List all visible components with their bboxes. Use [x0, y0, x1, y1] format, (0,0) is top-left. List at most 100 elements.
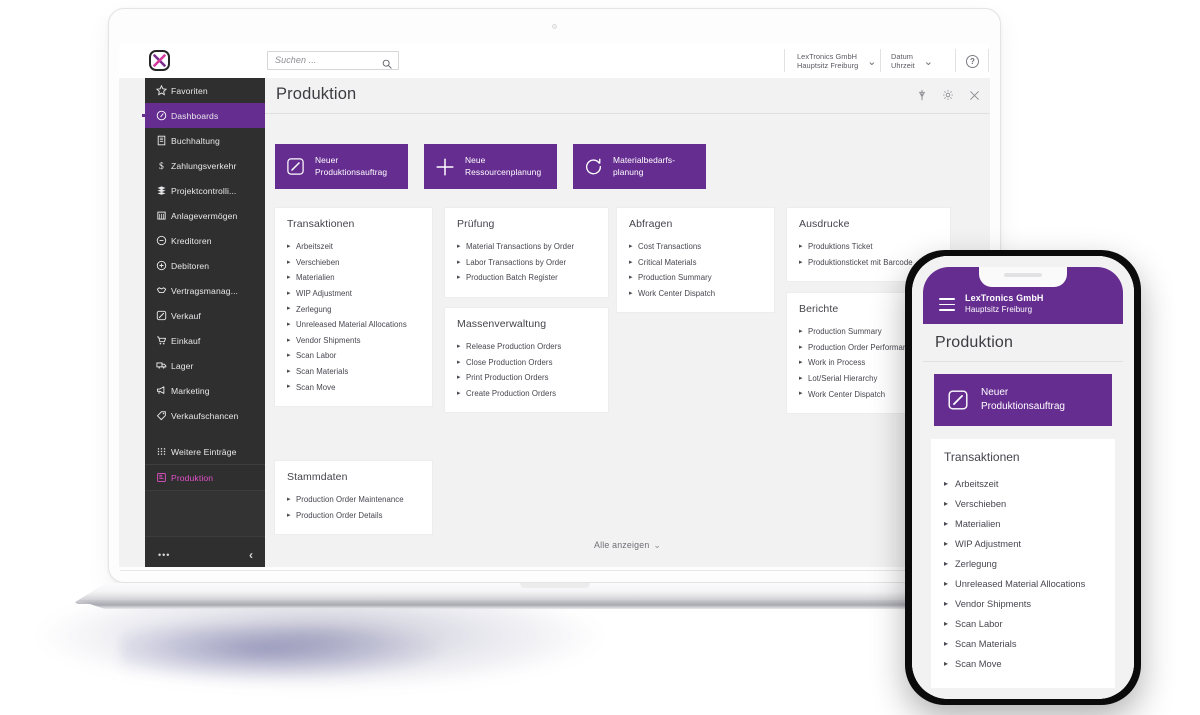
list-item[interactable]: WIP Adjustment — [287, 286, 420, 302]
laptop-base-notch — [520, 583, 590, 588]
chevron-down-icon[interactable]: ⌄ — [867, 55, 876, 68]
sidebar-item-label: Marketing — [171, 386, 210, 396]
sidebar-item-buchhaltung[interactable]: Buchhaltung — [145, 128, 265, 153]
list-item[interactable]: Verschieben — [944, 494, 1102, 514]
sidebar-item-lager[interactable]: Lager — [145, 353, 265, 378]
phone-action-neuer-produktionsauftrag[interactable]: Neuer Produktionsauftrag — [934, 374, 1112, 426]
card-pruefung: Prüfung Material Transactions by Order L… — [445, 208, 608, 297]
sidebar-item-verkaufschancen[interactable]: Verkaufschancen — [145, 403, 265, 428]
refresh-circle-icon — [584, 157, 603, 176]
list-item[interactable]: Arbeitszeit — [287, 239, 420, 255]
list-item[interactable]: Scan Move — [287, 379, 420, 395]
list-item[interactable]: Production Batch Register — [457, 270, 596, 286]
list-item[interactable]: Print Production Orders — [457, 370, 596, 386]
list-item[interactable]: Scan Move — [944, 654, 1102, 674]
sidebar-item-zahlungsverkehr[interactable]: $ Zahlungsverkehr — [145, 153, 265, 178]
sidebar-item-projektcontrolling[interactable]: Projektcontrolli... — [145, 178, 265, 203]
gear-icon[interactable] — [942, 89, 954, 101]
sidebar-item-verkauf[interactable]: Verkauf — [145, 303, 265, 328]
search-input[interactable]: Suchen ... — [267, 51, 399, 70]
list-item[interactable]: Scan Materials — [287, 364, 420, 380]
list-item[interactable]: Release Production Orders — [457, 339, 596, 355]
sidebar-item-label: Verkauf — [171, 311, 201, 321]
top-bar: Suchen ... LexTronics GmbH Hauptsitz Fre… — [119, 44, 990, 78]
phone-action-label: Neuer Produktionsauftrag — [981, 386, 1065, 414]
sidebar-item-label: Anlagevermögen — [171, 211, 237, 221]
production-icon — [156, 472, 171, 483]
truck-icon — [156, 360, 171, 371]
search-icon[interactable] — [382, 56, 392, 74]
grid-dots-icon — [156, 446, 171, 457]
list-item[interactable]: Unreleased Material Allocations — [944, 574, 1102, 594]
chevron-down-icon[interactable]: ⌄ — [924, 55, 933, 68]
list-item[interactable]: Verschieben — [287, 255, 420, 271]
card-massenverwaltung: Massenverwaltung Release Production Orde… — [445, 308, 608, 412]
sidebar-item-anlagevermoegen[interactable]: Anlagevermögen — [145, 203, 265, 228]
company-line2: Hauptsitz Freiburg — [797, 61, 858, 70]
list-item[interactable]: Create Production Orders — [457, 386, 596, 402]
list-item[interactable]: Close Production Orders — [457, 355, 596, 371]
laptop-camera-icon — [552, 24, 557, 29]
list-item[interactable]: Cost Transactions — [629, 239, 762, 255]
list-item[interactable]: Scan Labor — [944, 614, 1102, 634]
sidebar-item-marketing[interactable]: Marketing — [145, 378, 265, 403]
action-materialbedarfsplanung[interactable]: Materialbedarfs- planung — [573, 144, 706, 189]
list-item[interactable]: Materialien — [287, 270, 420, 286]
sidebar-item-favoriten[interactable]: Favoriten — [145, 78, 265, 103]
company-selector[interactable]: LexTronics GmbH Hauptsitz Freiburg ⌄ — [797, 49, 877, 73]
sidebar-item-debitoren[interactable]: Debitoren — [145, 253, 265, 278]
card-list: Material Transactions by Order Labor Tra… — [457, 239, 596, 286]
list-item[interactable]: Work Center Dispatch — [629, 286, 762, 302]
sidebar-more-button[interactable]: ••• — [158, 550, 170, 560]
list-item[interactable]: Scan Materials — [944, 634, 1102, 654]
pin-icon[interactable] — [917, 89, 927, 101]
datetime-selector[interactable]: Datum Uhrzeit ⌄ — [891, 49, 933, 73]
list-item[interactable]: Production Order Details — [287, 508, 420, 524]
list-item[interactable]: Material Transactions by Order — [457, 239, 596, 255]
list-item[interactable]: Vendor Shipments — [944, 594, 1102, 614]
list-item[interactable]: Vendor Shipments — [287, 333, 420, 349]
sidebar-item-label: Weitere Einträge — [171, 447, 236, 457]
cart-icon — [156, 335, 171, 346]
show-all-button[interactable]: Alle anzeigen⌄ — [265, 540, 990, 551]
help-button[interactable]: ? — [966, 49, 979, 73]
sidebar-item-label: Einkauf — [171, 336, 200, 346]
list-item[interactable]: Unreleased Material Allocations — [287, 317, 420, 333]
sidebar-item-produktion[interactable]: Produktion — [145, 465, 265, 490]
datetime-line1: Datum — [891, 52, 915, 61]
action-neuer-produktionsauftrag[interactable]: Neuer Produktionsauftrag — [275, 144, 408, 189]
sidebar-item-dashboards[interactable]: Dashboards — [145, 103, 265, 128]
list-item[interactable]: Scan Labor — [287, 348, 420, 364]
sidebar-collapse-button[interactable]: ‹ — [249, 548, 253, 562]
question-mark-icon[interactable]: ? — [966, 55, 979, 68]
card-title: Prüfung — [457, 218, 596, 230]
list-item[interactable]: Arbeitszeit — [944, 474, 1102, 494]
sidebar-item-einkauf[interactable]: Einkauf — [145, 328, 265, 353]
list-item[interactable]: Production Summary — [629, 270, 762, 286]
phone-page-title: Produktion — [923, 324, 1123, 362]
list-item[interactable]: Labor Transactions by Order — [457, 255, 596, 271]
list-item[interactable]: Zerlegung — [287, 301, 420, 317]
list-item[interactable]: Critical Materials — [629, 255, 762, 271]
card-title: Transaktionen — [287, 218, 420, 230]
sidebar-empty-panel — [145, 490, 265, 537]
page-title: Produktion — [276, 85, 356, 104]
list-item[interactable]: Produktions Ticket — [799, 239, 938, 255]
phone-card-transaktionen: Transaktionen Arbeitszeit Verschieben Ma… — [931, 439, 1115, 688]
list-item[interactable]: Zerlegung — [944, 554, 1102, 574]
list-item[interactable]: Materialien — [944, 514, 1102, 534]
page-header-actions — [917, 89, 980, 101]
list-item[interactable]: Production Order Maintenance — [287, 492, 420, 508]
content-area: Produktion — [265, 78, 990, 567]
action-neue-ressourcenplanung[interactable]: Neue Ressourcenplanung — [424, 144, 557, 189]
hamburger-menu-icon[interactable] — [939, 298, 955, 315]
sidebar-item-kreditoren[interactable]: Kreditoren — [145, 228, 265, 253]
close-icon[interactable] — [969, 90, 980, 101]
app-logo-icon[interactable] — [149, 50, 170, 71]
quick-action-row: Neuer Produktionsauftrag Neue Ressourcen… — [275, 144, 706, 189]
gauge-icon — [156, 110, 171, 121]
pencil-square-icon — [947, 389, 969, 411]
sidebar-item-weitere-eintraege[interactable]: Weitere Einträge — [145, 439, 265, 464]
sidebar-item-vertragsmanagement[interactable]: Vertragsmanag... — [145, 278, 265, 303]
list-item[interactable]: WIP Adjustment — [944, 534, 1102, 554]
